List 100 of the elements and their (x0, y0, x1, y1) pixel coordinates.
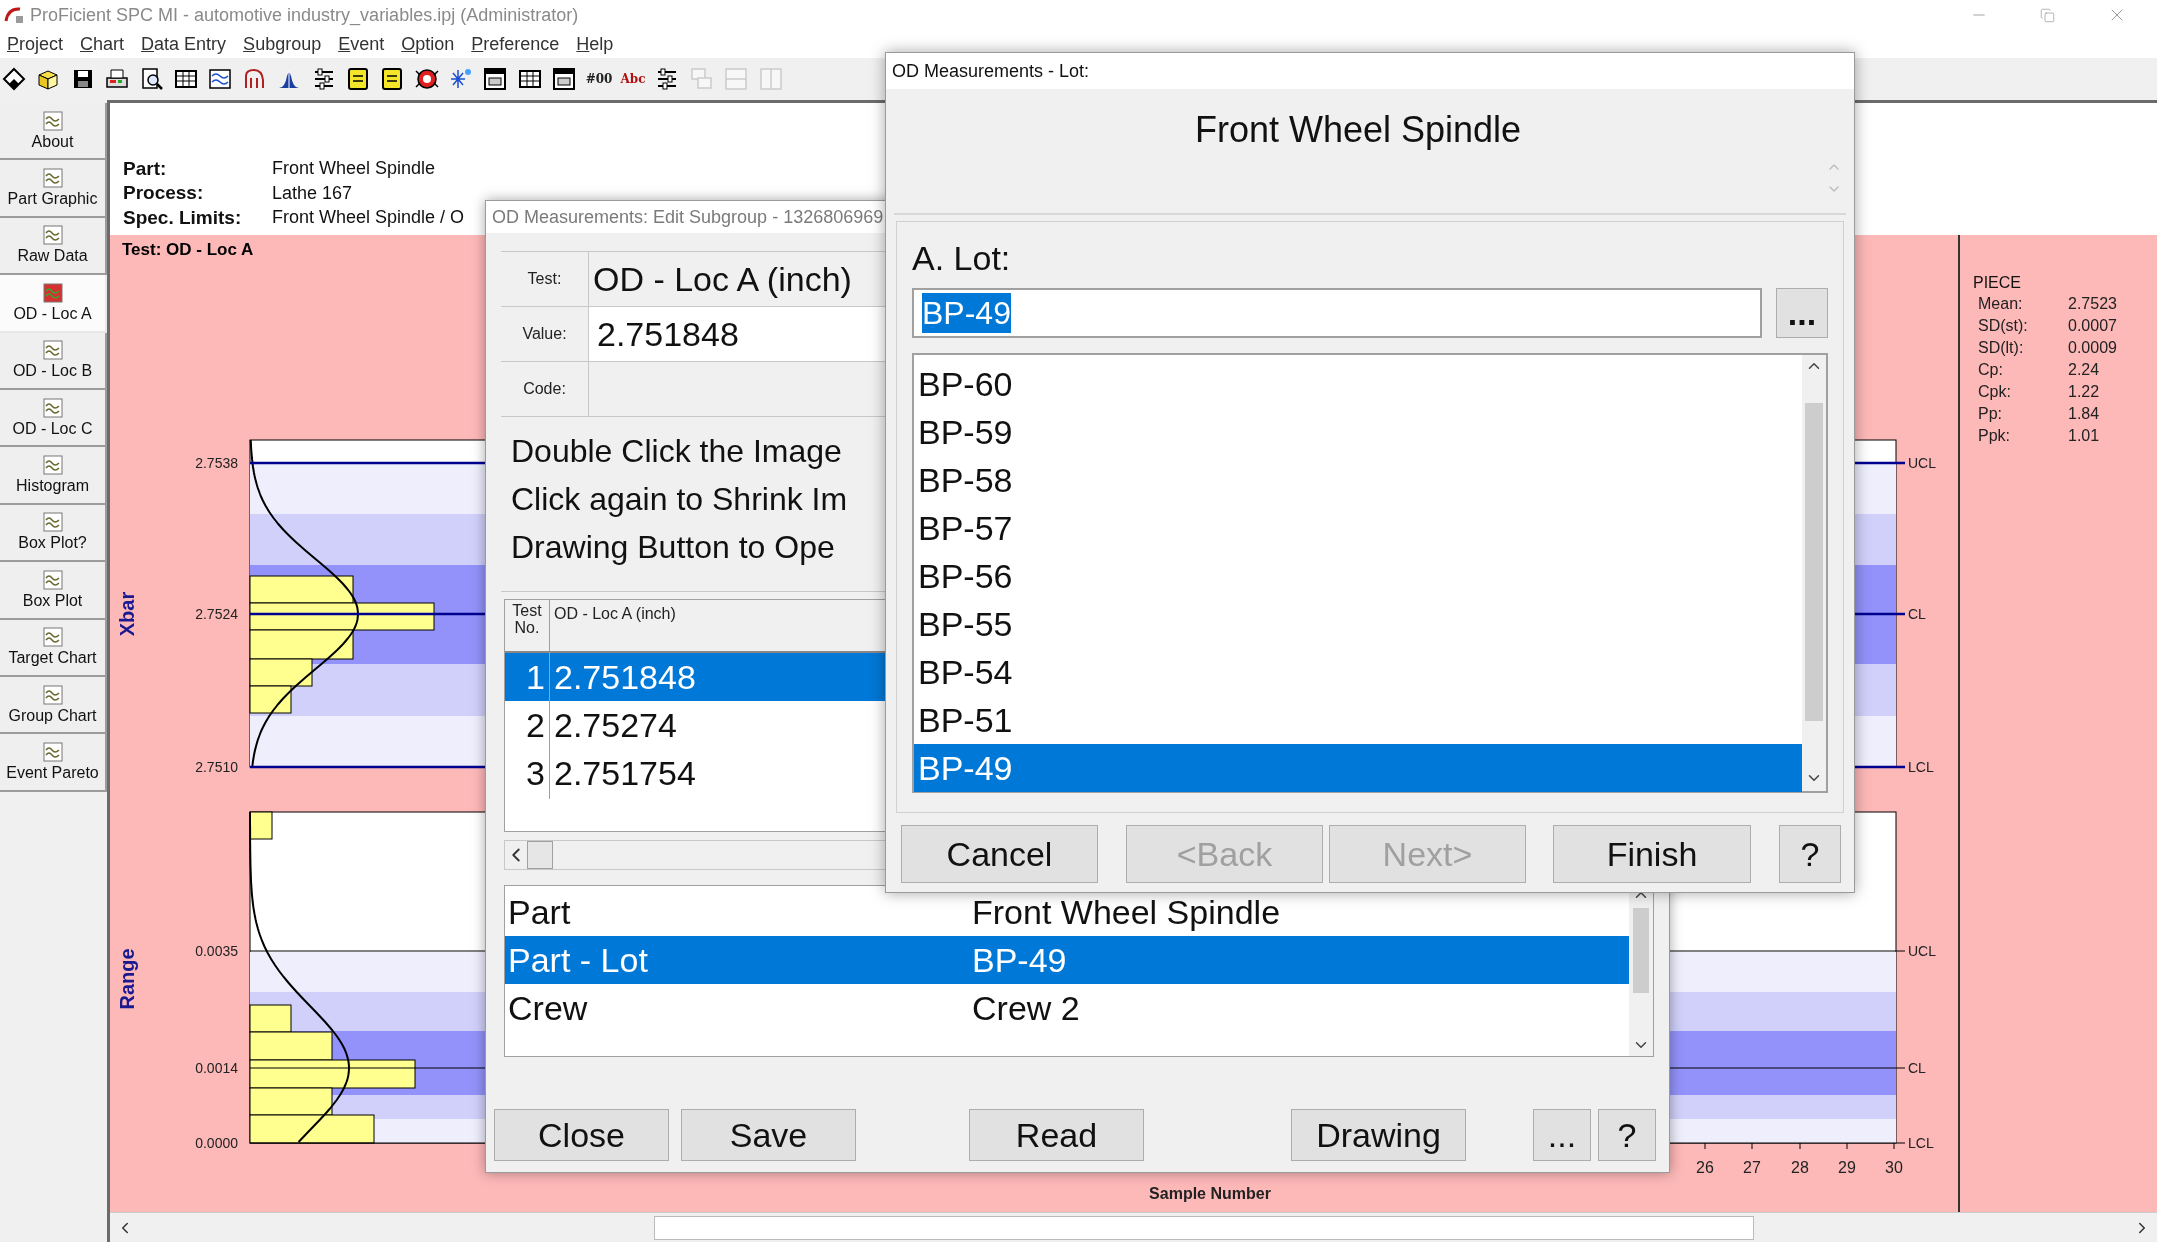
chart-icon (42, 110, 63, 131)
y-tick-label: 0.0014 (195, 1060, 238, 1076)
attribute-row[interactable]: Part - Lot BP-49 (505, 936, 1629, 984)
scrollbar-thumb[interactable] (1805, 403, 1823, 721)
axis-title: Range (116, 948, 138, 1010)
app-logo-icon (4, 5, 26, 25)
lot-input[interactable]: BP-49 (912, 288, 1762, 338)
stat-label: Cpk: (1978, 382, 2012, 402)
scrollbar-thumb[interactable] (527, 841, 553, 869)
menu-item[interactable]: Event (338, 30, 385, 58)
sidebar-button[interactable]: OD - Loc A (0, 275, 107, 333)
y-tick-label: 2.7538 (195, 455, 238, 471)
chart-icon (42, 225, 63, 246)
window-icon[interactable] (482, 66, 509, 92)
lot-list-item[interactable]: BP-51 (914, 696, 1802, 744)
dialog-button[interactable]: ... (1533, 1109, 1591, 1161)
toolbar-button[interactable]: #00 (585, 70, 612, 88)
field-label: Test: (527, 269, 562, 289)
dialog-heading: Front Wheel Spindle (1194, 108, 1522, 152)
chart-icon (42, 627, 63, 648)
stat-label: SD(st): (1978, 316, 2029, 336)
chart-icon (42, 512, 63, 533)
dialog-button[interactable]: Read (969, 1109, 1144, 1161)
sidebar-button[interactable]: Group Chart (0, 676, 107, 735)
window-icon[interactable] (551, 66, 578, 92)
stat-value: 1.01 (2068, 426, 2100, 446)
menu-item[interactable]: Project (7, 30, 64, 58)
y-tick-label: 0.0000 (195, 1135, 238, 1151)
field-label: Code: (523, 379, 566, 399)
info-label: Spec. Limits: (123, 205, 243, 230)
sidebar-button[interactable]: Histogram (0, 447, 107, 505)
sidebar-button[interactable]: Box Plot? (0, 504, 107, 563)
lot-list-item[interactable]: BP-54 (914, 648, 1802, 696)
chart-icon (42, 168, 63, 189)
y-tick-label: 2.7510 (195, 759, 238, 775)
sidebar-button[interactable]: About (0, 103, 107, 161)
vertical-scrollbar[interactable] (1802, 355, 1826, 791)
menu-item[interactable]: Preference (471, 30, 560, 58)
scrollbar-thumb[interactable] (654, 1215, 1754, 1240)
dialog-button[interactable]: Save (681, 1109, 856, 1161)
eraser-icon[interactable] (1, 66, 27, 92)
attribute-value: Front Wheel Spindle (972, 891, 1281, 933)
lot-list-item[interactable]: BP-55 (914, 600, 1802, 648)
chart-icon (42, 397, 63, 418)
lot-list-item[interactable]: BP-49 (914, 744, 1802, 792)
lot-list-item[interactable]: BP-60 (914, 360, 1802, 408)
column-header: Test No. (511, 601, 543, 636)
lot-list-item[interactable]: BP-58 (914, 456, 1802, 504)
attribute-name: Part - Lot (507, 939, 649, 981)
toolbar-button[interactable]: Abc (620, 70, 647, 88)
chart-icon (42, 340, 63, 361)
test-label: Test: OD - Loc A (122, 240, 254, 259)
dialog-button[interactable]: Drawing (1291, 1109, 1466, 1161)
chart-window-icon[interactable] (207, 66, 234, 92)
table-cell-text: 2.75274 (553, 704, 677, 746)
limit-label: LCL (1908, 1135, 1934, 1151)
limit-label: UCL (1908, 455, 1936, 471)
y-tick-label: 2.7524 (195, 606, 238, 622)
dialog-button[interactable]: Cancel (901, 825, 1098, 883)
browse-button[interactable]: ... (1776, 288, 1828, 338)
attribute-value: Crew 2 (972, 987, 1080, 1029)
sidebar-button[interactable]: Target Chart (0, 619, 107, 677)
x-tick-label: 26 (1696, 1159, 1714, 1176)
x-tick-label: 28 (1791, 1159, 1809, 1176)
info-label: Process: (123, 181, 205, 205)
lot-list-item[interactable]: BP-56 (914, 552, 1802, 600)
instruction-text: Drawing Button to Ope (511, 528, 835, 567)
scrollbar-thumb[interactable] (1633, 908, 1649, 993)
sidebar-button[interactable]: OD - Loc B (0, 332, 107, 390)
target-icon[interactable] (413, 66, 440, 92)
menu-item[interactable]: Option (401, 30, 455, 58)
info-value: Lathe 167 (272, 181, 353, 205)
sidebar-button[interactable]: OD - Loc C (0, 389, 107, 448)
dialog-button[interactable]: ? (1598, 1109, 1656, 1161)
lot-list-item[interactable]: BP-57 (914, 504, 1802, 552)
stat-value: 2.24 (2068, 360, 2100, 380)
lot-list-item[interactable]: BP-59 (914, 408, 1802, 456)
sidebar-button[interactable]: Raw Data (0, 217, 107, 276)
menu-item[interactable]: Subgroup (243, 30, 322, 58)
stat-label: Ppk: (1978, 426, 2011, 446)
sidebar-button[interactable]: Part Graphic (0, 160, 107, 218)
dialog-button[interactable]: ? (1779, 825, 1841, 883)
x-tick-label: 29 (1838, 1159, 1856, 1176)
instruction-text: Click again to Shrink Im (511, 480, 848, 519)
dialog-button[interactable]: Close (494, 1109, 669, 1161)
horizontal-scrollbar[interactable] (110, 1212, 2157, 1242)
instruction-text: Double Click the Image (511, 432, 842, 471)
dialog-title: OD Measurements: Edit Subgroup - 1326806969 (492, 205, 884, 229)
menu-item[interactable]: Help (576, 30, 614, 58)
field-value: OD - Loc A (inch) (593, 258, 852, 300)
limit-label: UCL (1908, 943, 1936, 959)
dialog-button[interactable]: Finish (1553, 825, 1751, 883)
menu-item[interactable]: Data Entry (141, 30, 227, 58)
menu-item[interactable]: Chart (80, 30, 125, 58)
stat-value: 0.0009 (2068, 338, 2117, 358)
sidebar-button[interactable]: Event Pareto (0, 734, 107, 792)
limit-label: CL (1908, 1060, 1926, 1076)
stat-label: Mean: (1978, 294, 2024, 314)
sidebar-button[interactable]: Box Plot (0, 562, 107, 620)
attribute-row[interactable]: Crew Crew 2 (505, 984, 1629, 1032)
